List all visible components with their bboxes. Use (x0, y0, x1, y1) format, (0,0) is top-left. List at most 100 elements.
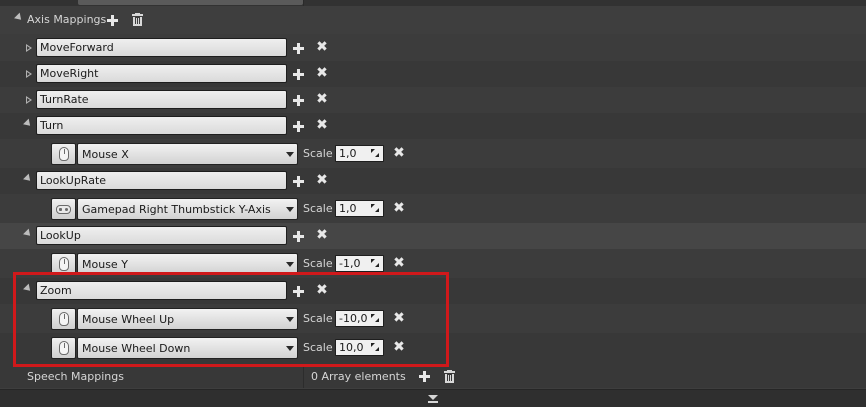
remove-mapping-close-icon[interactable]: ✖ (316, 283, 328, 297)
remove-mapping-close-icon[interactable]: ✖ (316, 173, 328, 187)
resize-arrows-icon (371, 343, 379, 351)
speech-mappings-row: Speech Mappings 0 Array elements (0, 366, 866, 388)
scale-value: 1,0 (339, 147, 357, 160)
scale-label: Scale (303, 312, 333, 325)
expand-arrow-icon[interactable] (26, 96, 32, 104)
expand-advanced-bar (428, 401, 438, 403)
add-key-plus-icon[interactable] (292, 120, 304, 132)
collapse-arrow-icon[interactable] (23, 283, 33, 294)
collapse-arrow-icon[interactable] (14, 12, 24, 23)
key-select-value: Mouse X (82, 148, 129, 161)
speech-mappings-title: Speech Mappings (27, 370, 124, 383)
mouse-icon (51, 143, 76, 165)
add-key-plus-icon[interactable] (292, 68, 304, 80)
scale-input[interactable]: 1,0 (335, 145, 384, 162)
resize-arrows-icon (371, 259, 379, 267)
scale-value: -10,0 (339, 312, 368, 325)
remove-mapping-close-icon[interactable]: ✖ (316, 118, 328, 132)
remove-key-close-icon[interactable]: ✖ (393, 340, 405, 354)
mapping-name-field[interactable]: MoveForward (36, 38, 287, 57)
axis-mappings-header: Axis Mappings (0, 6, 866, 34)
clear-axis-mappings-trash-icon[interactable] (132, 13, 143, 26)
add-key-plus-icon[interactable] (292, 175, 304, 187)
mapping-name-field[interactable]: Zoom (36, 281, 287, 300)
key-row: Mouse Wheel Down Scale 10,0 ✖ (0, 333, 866, 366)
scale-input[interactable]: 1,0 (335, 200, 384, 217)
remove-key-close-icon[interactable]: ✖ (393, 146, 405, 160)
chevron-down-icon (286, 262, 294, 267)
add-speech-mapping-plus-icon[interactable] (418, 370, 430, 382)
chevron-down-icon (286, 207, 294, 212)
chevron-down-icon (286, 152, 294, 157)
mapping-name-field[interactable]: TurnRate (36, 90, 287, 109)
key-select[interactable]: Mouse Wheel Down (77, 337, 298, 359)
collapse-arrow-icon[interactable] (23, 118, 33, 129)
add-key-plus-icon[interactable] (292, 42, 304, 54)
mapping-name-field[interactable]: LookUp (36, 226, 287, 245)
remove-key-close-icon[interactable]: ✖ (393, 311, 405, 325)
mapping-row-lookup: LookUp ✖ (0, 223, 866, 249)
add-key-plus-icon[interactable] (292, 94, 304, 106)
column-divider (303, 366, 304, 388)
add-axis-mapping-plus-icon[interactable] (106, 14, 118, 26)
chevron-down-icon (286, 317, 294, 322)
remove-mapping-close-icon[interactable]: ✖ (316, 92, 328, 106)
expand-arrow-icon[interactable] (26, 70, 32, 78)
key-row: Mouse X Scale 1,0 ✖ (0, 139, 866, 168)
chevron-down-icon (286, 346, 294, 351)
key-select-value: Mouse Y (82, 258, 128, 271)
mouse-icon (51, 253, 76, 275)
mapping-name-field[interactable]: LookUpRate (36, 171, 287, 190)
scale-input[interactable]: -10,0 (335, 310, 384, 327)
scale-label: Scale (303, 202, 333, 215)
scale-input[interactable]: -1,0 (335, 255, 384, 272)
remove-mapping-close-icon[interactable]: ✖ (316, 66, 328, 80)
key-select[interactable]: Mouse Wheel Up (77, 308, 298, 330)
mapping-row-turnrate: TurnRate ✖ (0, 87, 866, 113)
mapping-row-lookuprate: LookUpRate ✖ (0, 168, 866, 194)
remove-mapping-close-icon[interactable]: ✖ (316, 228, 328, 242)
resize-arrows-icon (371, 314, 379, 322)
key-select[interactable]: Gamepad Right Thumbstick Y-Axis (77, 198, 298, 220)
key-row: Mouse Y Scale -1,0 ✖ (0, 249, 866, 278)
mouse-icon (51, 308, 76, 330)
key-select[interactable]: Mouse X (77, 143, 298, 165)
mapping-name-field[interactable]: Turn (36, 116, 287, 135)
mapping-row-moveforward: MoveForward ✖ (0, 34, 866, 61)
property-value-field[interactable] (78, 0, 303, 5)
key-row: Mouse Wheel Up Scale -10,0 ✖ (0, 304, 866, 333)
gamepad-icon (51, 198, 76, 220)
mapping-row-moveright: MoveRight ✖ (0, 61, 866, 87)
scale-value: -1,0 (339, 257, 361, 270)
collapse-arrow-icon[interactable] (23, 173, 33, 184)
mapping-row-turn: Turn ✖ (0, 113, 866, 139)
resize-arrows-icon (371, 204, 379, 212)
resize-arrows-icon (371, 149, 379, 157)
scale-value: 1,0 (339, 202, 357, 215)
array-count-text: 0 Array elements (311, 370, 406, 383)
remove-mapping-close-icon[interactable]: ✖ (316, 40, 328, 54)
remove-key-close-icon[interactable]: ✖ (393, 256, 405, 270)
collapse-arrow-icon[interactable] (23, 228, 33, 239)
mouse-icon (51, 337, 76, 359)
key-select-value: Mouse Wheel Up (82, 313, 175, 326)
scale-input[interactable]: 10,0 (335, 339, 384, 356)
key-select-value: Gamepad Right Thumbstick Y-Axis (82, 203, 271, 216)
add-key-plus-icon[interactable] (292, 230, 304, 242)
expand-arrow-icon[interactable] (26, 44, 32, 52)
mapping-row-zoom: Zoom ✖ (0, 278, 866, 304)
add-key-plus-icon[interactable] (292, 285, 304, 297)
scale-value: 10,0 (339, 341, 364, 354)
key-row: Gamepad Right Thumbstick Y-Axis Scale 1,… (0, 194, 866, 223)
scale-label: Scale (303, 341, 333, 354)
scale-label: Scale (303, 147, 333, 160)
mapping-name-field[interactable]: MoveRight (36, 64, 287, 83)
remove-key-close-icon[interactable]: ✖ (393, 201, 405, 215)
section-title: Axis Mappings (27, 13, 107, 26)
scale-label: Scale (303, 257, 333, 270)
expand-advanced-arrow-icon[interactable] (428, 395, 438, 400)
key-select-value: Mouse Wheel Down (82, 342, 191, 355)
clear-speech-mappings-trash-icon[interactable] (444, 370, 455, 383)
advanced-expander[interactable] (0, 389, 866, 407)
key-select[interactable]: Mouse Y (77, 253, 298, 275)
